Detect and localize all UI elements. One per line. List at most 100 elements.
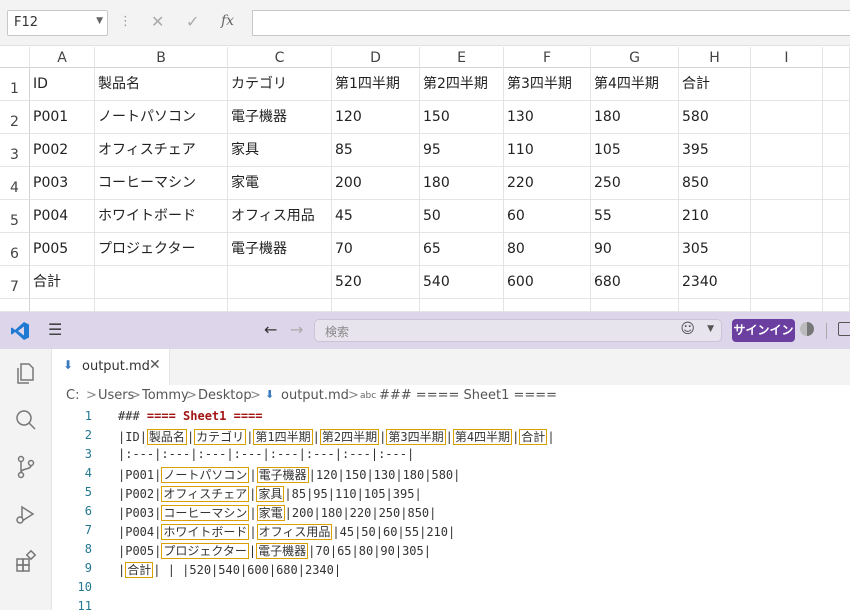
cell[interactable]: 合計 [30, 266, 95, 299]
cell[interactable]: 120 [332, 101, 420, 134]
cell[interactable]: コーヒーマシン [95, 167, 228, 200]
insert-function-icon[interactable]: fx [221, 13, 234, 29]
code-line[interactable]: |P002| オフィスチェア | 家具 |85|95|110|105|395| [118, 485, 422, 502]
cell[interactable] [95, 299, 228, 312]
cell[interactable]: ホワイトボード [95, 200, 228, 233]
cell[interactable]: 305 [679, 233, 751, 266]
editor[interactable]: 1 2 3 4 5 6 7 8 9 10 11 ### ==== Sheet1 ==== |ID| 製品名… [52, 407, 850, 610]
menu-icon[interactable]: ☰ [48, 320, 62, 339]
cell[interactable] [751, 134, 823, 167]
chevron-down-icon[interactable]: ▼ [707, 324, 714, 334]
cell[interactable]: 110 [504, 134, 591, 167]
cell[interactable]: P005 [30, 233, 95, 266]
cell[interactable]: ノートパソコン [95, 101, 228, 134]
cell[interactable]: 65 [420, 233, 504, 266]
row-header-8[interactable] [0, 299, 30, 312]
cell[interactable]: 395 [679, 134, 751, 167]
cell[interactable]: 第1四半期 [332, 68, 420, 101]
column-header-b[interactable]: B [95, 47, 228, 68]
cancel-icon[interactable]: ✕ [151, 12, 164, 31]
cell[interactable]: プロジェクター [95, 233, 228, 266]
cell[interactable]: 220 [504, 167, 591, 200]
column-header-j[interactable] [823, 47, 850, 68]
row-header-7[interactable]: 7 [0, 266, 30, 299]
row-header-5[interactable]: 5 [0, 200, 30, 233]
cell[interactable] [228, 266, 332, 299]
forward-arrow-icon[interactable]: → [290, 320, 303, 339]
cell[interactable]: 130 [504, 101, 591, 134]
cell[interactable]: 2340 [679, 266, 751, 299]
account-icon[interactable] [800, 322, 814, 336]
code-line[interactable]: |P004| ホワイトボード | オフィス用品 |45|50|60|55|210| [118, 523, 455, 540]
cell[interactable]: 製品名 [95, 68, 228, 101]
cell[interactable]: 850 [679, 167, 751, 200]
more-vertical-icon[interactable]: ⋮ [119, 14, 132, 29]
corner-cell[interactable] [0, 47, 30, 68]
cell[interactable]: 電子機器 [228, 233, 332, 266]
cell[interactable]: 家電 [228, 167, 332, 200]
breadcrumb-drive[interactable]: C: [66, 388, 79, 403]
cell[interactable] [504, 299, 591, 312]
cell[interactable]: P001 [30, 101, 95, 134]
name-box[interactable]: F12 ▼ [7, 10, 108, 36]
breadcrumb-tommy[interactable]: Tommy [142, 388, 189, 403]
cell[interactable] [751, 68, 823, 101]
cell[interactable] [751, 266, 823, 299]
cell[interactable]: 90 [591, 233, 679, 266]
cell[interactable]: 家具 [228, 134, 332, 167]
cell[interactable] [95, 266, 228, 299]
cell[interactable] [823, 233, 850, 266]
cell[interactable] [823, 167, 850, 200]
check-icon[interactable]: ✓ [186, 12, 199, 31]
cell[interactable]: 210 [679, 200, 751, 233]
cell[interactable]: 580 [679, 101, 751, 134]
cell[interactable]: 180 [420, 167, 504, 200]
tab-output-md[interactable]: ⬇ output.md ✕ [52, 349, 170, 385]
row-header-1[interactable]: 1 [0, 68, 30, 101]
column-header-i[interactable]: I [751, 47, 823, 68]
cell[interactable]: 180 [591, 101, 679, 134]
cell[interactable]: カテゴリ [228, 68, 332, 101]
code-line[interactable]: |P001| ノートパソコン | 電子機器 |120|150|130|180|580| [118, 466, 460, 483]
cell[interactable] [751, 299, 823, 312]
close-icon[interactable]: ✕ [149, 357, 161, 373]
cell[interactable]: 520 [332, 266, 420, 299]
cell[interactable]: 600 [504, 266, 591, 299]
cell[interactable]: 680 [591, 266, 679, 299]
cell[interactable]: 80 [504, 233, 591, 266]
cell[interactable] [823, 68, 850, 101]
column-header-f[interactable]: F [504, 47, 591, 68]
code-line[interactable]: |P003| コーヒーマシン | 家電 |200|180|220|250|850| [118, 504, 436, 521]
row-header-4[interactable]: 4 [0, 167, 30, 200]
signin-button[interactable]: サインイン [732, 319, 795, 342]
row-header-6[interactable]: 6 [0, 233, 30, 266]
run-debug-icon[interactable] [12, 500, 40, 528]
cell[interactable] [823, 101, 850, 134]
cell[interactable]: 105 [591, 134, 679, 167]
row-header-3[interactable]: 3 [0, 134, 30, 167]
cell[interactable]: 45 [332, 200, 420, 233]
cell[interactable]: 70 [332, 233, 420, 266]
cell[interactable] [420, 299, 504, 312]
explorer-icon[interactable] [12, 359, 40, 387]
cell[interactable] [228, 299, 332, 312]
cell[interactable]: P004 [30, 200, 95, 233]
cell[interactable]: 第4四半期 [591, 68, 679, 101]
cell[interactable]: 540 [420, 266, 504, 299]
breadcrumb-desktop[interactable]: Desktop [198, 388, 252, 403]
extensions-icon[interactable] [12, 547, 40, 575]
code-line[interactable]: |P005| プロジェクター | 電子機器 |70|65|80|90|305| [118, 542, 431, 559]
column-header-h[interactable]: H [679, 47, 751, 68]
cell[interactable] [823, 200, 850, 233]
cell[interactable]: 電子機器 [228, 101, 332, 134]
cell[interactable] [823, 299, 850, 312]
cell[interactable] [332, 299, 420, 312]
cell[interactable] [823, 266, 850, 299]
cell[interactable]: 55 [591, 200, 679, 233]
code-line[interactable]: |ID| 製品名 | カテゴリ | 第1四半期 | 第2四半期 | 第3四半期 | 第4四半期 | 合計 | [118, 428, 555, 445]
back-arrow-icon[interactable]: ← [264, 320, 277, 339]
cell[interactable]: 250 [591, 167, 679, 200]
code-line[interactable]: |:---|:---|:---|:---|:---|:---|:---|:---… [118, 447, 414, 461]
code-line[interactable]: | 合計 | | |520|540|600|680|2340| [118, 561, 341, 578]
cell[interactable] [823, 134, 850, 167]
